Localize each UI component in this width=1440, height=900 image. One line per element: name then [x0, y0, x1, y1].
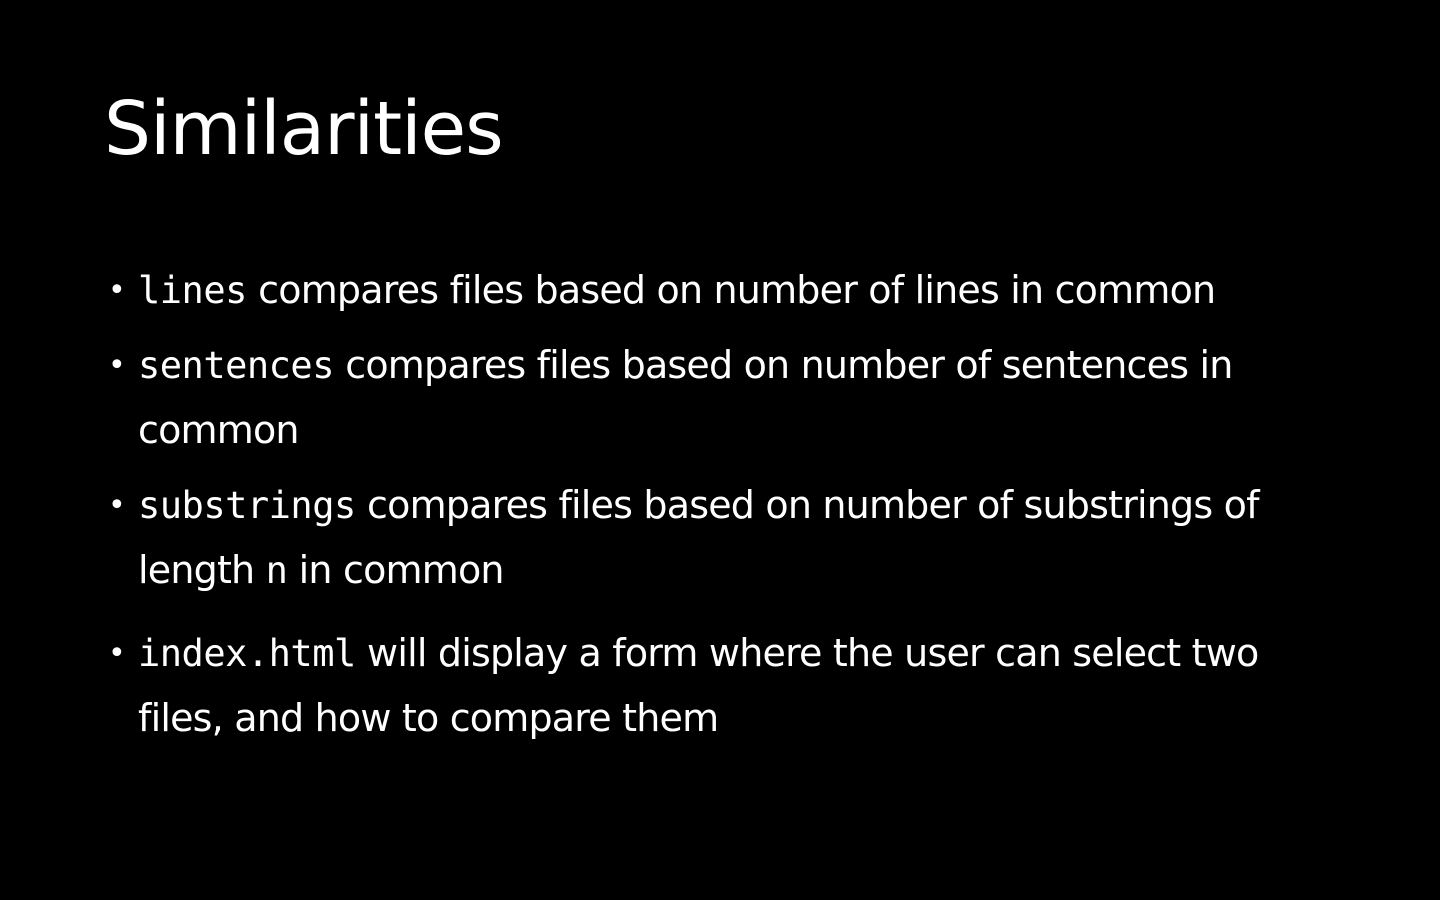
bullet-list: • lines compares files based on number o…	[104, 258, 1344, 751]
bullet-text-end: in common	[287, 548, 505, 592]
code-term: substrings	[138, 484, 356, 527]
slide: Similarities • lines compares files base…	[0, 0, 1440, 900]
bullet-dot-icon: •	[108, 488, 126, 523]
code-term: lines	[138, 269, 247, 312]
bullet-item-sentences: • sentences compares files based on numb…	[104, 333, 1344, 463]
slide-title: Similarities	[104, 86, 504, 172]
bullet-dot-icon: •	[108, 636, 126, 671]
bullet-item-lines: • lines compares files based on number o…	[104, 258, 1344, 323]
bullet-item-index-html: • index.html will display a form where t…	[104, 621, 1344, 751]
code-term: sentences	[138, 344, 334, 387]
bullet-item-substrings: • substrings compares files based on num…	[104, 473, 1344, 603]
bullet-text: compares files based on number of lines …	[246, 268, 1216, 312]
bullet-dot-icon: •	[108, 273, 126, 308]
code-term: index.html	[138, 632, 356, 675]
code-term-n: n	[265, 549, 288, 592]
bullet-dot-icon: •	[108, 348, 126, 383]
